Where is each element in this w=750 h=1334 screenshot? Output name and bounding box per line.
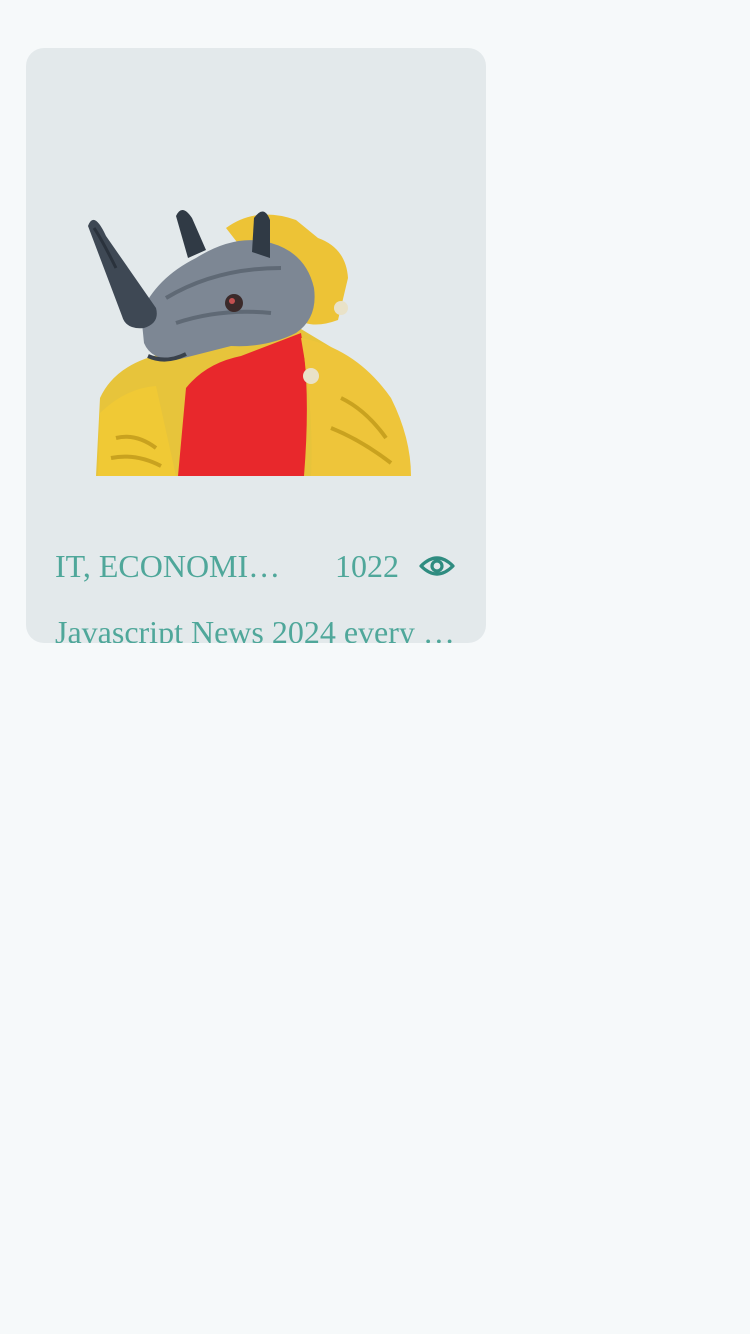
eye-icon xyxy=(419,556,455,576)
article-image xyxy=(56,148,436,476)
card-meta-row: IT, ECONOMICS 1022 xyxy=(55,538,455,594)
article-card[interactable]: IT, ECONOMICS 1022 Javascript News 2024 … xyxy=(26,48,486,643)
category-label: IT, ECONOMICS xyxy=(55,548,285,584)
page: IT, ECONOMICS 1022 Javascript News 2024 … xyxy=(0,0,750,1334)
rhino-illustration xyxy=(88,209,411,476)
view-count: 1022 xyxy=(335,548,399,584)
article-title: Javascript News 2024 every week xyxy=(55,614,457,643)
